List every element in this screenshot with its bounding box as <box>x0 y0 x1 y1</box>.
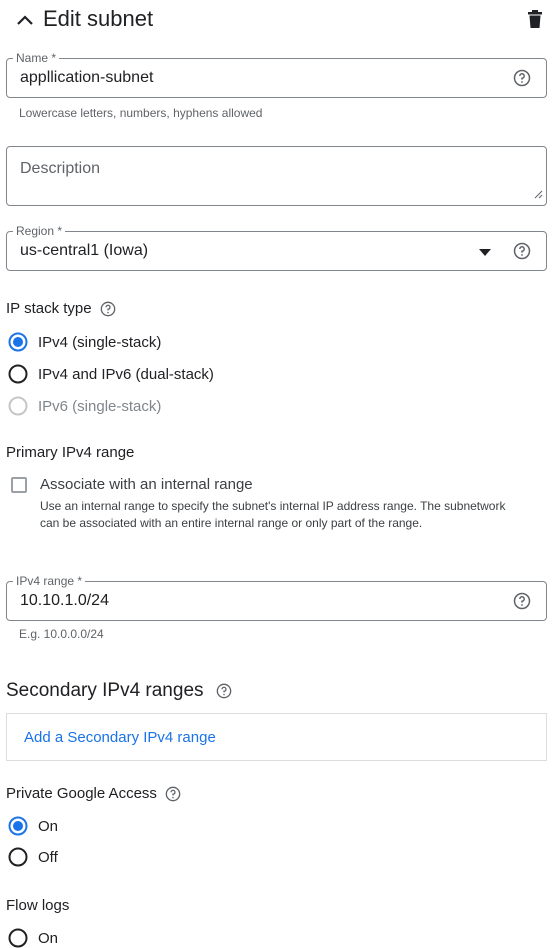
radio-unselected-icon[interactable] <box>8 928 28 948</box>
ipv4-range-value: 10.10.1.0/24 <box>20 592 109 609</box>
radio-label: Off <box>38 848 58 866</box>
region-field-label: Region * <box>13 224 66 238</box>
name-hint: Lowercase letters, numbers, hyphens allo… <box>19 106 263 120</box>
secondary-range-box: Add a Secondary IPv4 range <box>6 713 547 761</box>
radio-selected-icon[interactable] <box>8 332 28 352</box>
help-icon[interactable] <box>513 69 531 87</box>
primary-range-title: Primary IPv4 range <box>6 444 135 461</box>
ip-stack-title: IP stack type <box>6 300 92 317</box>
radio-flow-logs-on[interactable]: On <box>8 928 58 948</box>
radio-ipv4-ipv6-dual[interactable]: IPv4 and IPv6 (dual-stack) <box>8 364 214 384</box>
secondary-title: Secondary IPv4 ranges <box>6 680 204 701</box>
name-field-label: Name * <box>13 51 60 65</box>
radio-disabled-icon <box>8 396 28 416</box>
radio-label: IPv4 and IPv6 (dual-stack) <box>38 365 214 383</box>
page-title: Edit subnet <box>43 6 154 31</box>
chevron-up-icon[interactable] <box>16 13 34 27</box>
secondary-heading: Secondary IPv4 ranges <box>6 680 232 702</box>
help-icon[interactable] <box>513 592 531 610</box>
flow-logs-title: Flow logs <box>6 897 70 914</box>
radio-label: IPv6 (single-stack) <box>38 397 162 415</box>
dropdown-arrow-icon[interactable] <box>479 249 491 256</box>
ipv4-range-field[interactable]: IPv4 range * 10.10.1.0/24 <box>6 574 547 621</box>
resize-handle-icon[interactable] <box>533 189 543 199</box>
help-icon[interactable] <box>216 683 232 699</box>
help-icon[interactable] <box>165 786 181 802</box>
radio-selected-icon[interactable] <box>8 816 28 836</box>
delete-icon[interactable] <box>528 10 542 28</box>
radio-ipv4-single[interactable]: IPv4 (single-stack) <box>8 332 161 352</box>
name-field[interactable]: Name * appllication-subnet <box>6 51 547 98</box>
description-placeholder: Description <box>20 160 101 177</box>
radio-unselected-icon[interactable] <box>8 847 28 867</box>
region-value: us-central1 (Iowa) <box>20 242 149 259</box>
radio-unselected-icon[interactable] <box>8 364 28 384</box>
ip-stack-heading: IP stack type <box>6 300 116 317</box>
help-icon[interactable] <box>100 301 116 317</box>
radio-label: On <box>38 929 59 947</box>
associate-checkbox[interactable] <box>11 477 27 493</box>
help-icon[interactable] <box>513 242 531 260</box>
radio-label: IPv4 (single-stack) <box>38 333 162 351</box>
radio-private-access-off[interactable]: Off <box>8 847 58 867</box>
radio-ipv6-single: IPv6 (single-stack) <box>8 396 161 416</box>
ipv4-hint: E.g. 10.0.0.0/24 <box>19 627 104 641</box>
associate-label: Associate with an internal range <box>40 476 253 493</box>
name-field-value: appllication-subnet <box>20 69 154 86</box>
description-field[interactable]: Description <box>6 146 547 206</box>
radio-label: On <box>38 817 59 835</box>
private-access-title: Private Google Access <box>6 785 157 802</box>
private-access-heading: Private Google Access <box>6 785 181 802</box>
associate-description: Use an internal range to specify the sub… <box>40 499 506 530</box>
add-secondary-range-button[interactable]: Add a Secondary IPv4 range <box>24 729 216 746</box>
radio-private-access-on[interactable]: On <box>8 816 58 836</box>
ipv4-field-label: IPv4 range * <box>13 574 86 588</box>
region-select[interactable]: Region * us-central1 (Iowa) <box>6 224 547 271</box>
